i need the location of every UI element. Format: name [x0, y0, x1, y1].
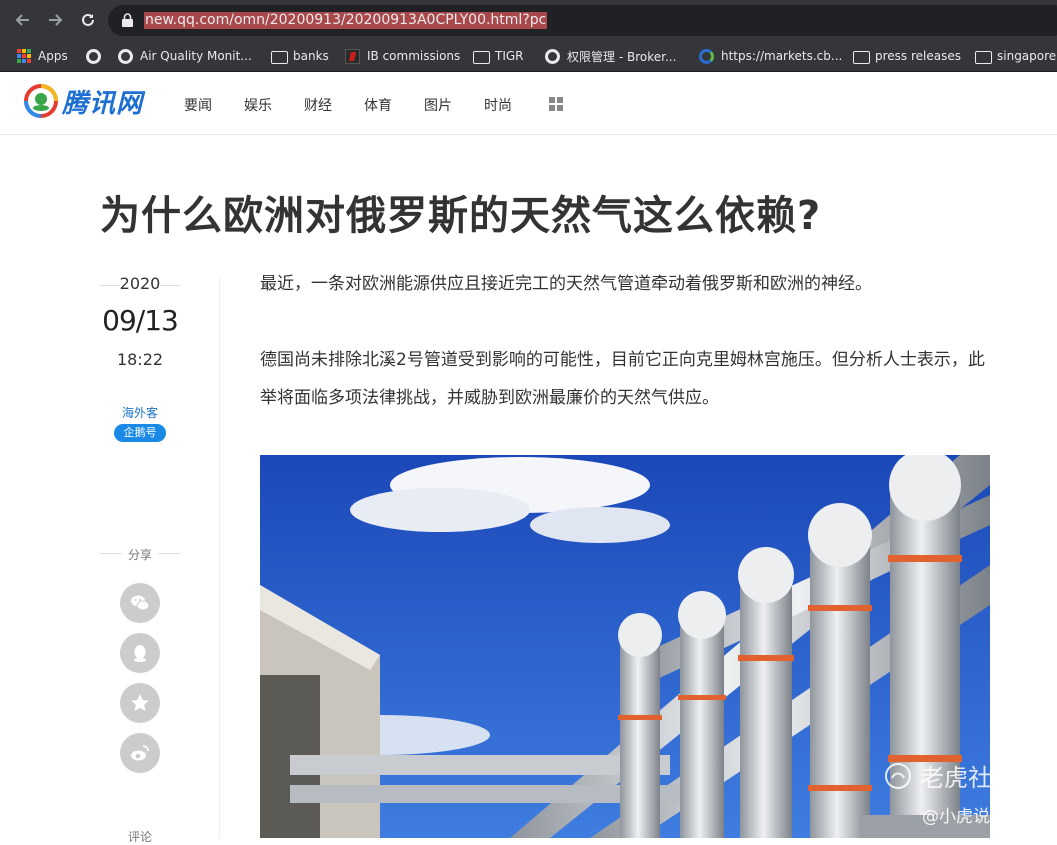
- bookmark-label: https://markets.cb...: [721, 49, 843, 63]
- article-photo: [260, 455, 990, 838]
- bookmark-label: IB commissions: [367, 49, 461, 63]
- bookmark-press-releases[interactable]: press releases: [853, 45, 961, 67]
- bookmark-ib-commissions[interactable]: IB commissions: [345, 45, 460, 67]
- apps-grid-icon: [17, 49, 31, 63]
- folder-icon: [473, 49, 490, 64]
- globe-icon: [86, 48, 101, 64]
- tiger-logo-icon: [885, 762, 911, 789]
- author-badge[interactable]: 企鹅号: [114, 424, 166, 442]
- qzone-star-icon: [131, 694, 149, 711]
- bookmark-markets-cb[interactable]: https://markets.cb...: [699, 45, 842, 67]
- lock-icon: [122, 13, 133, 27]
- bookmark-globe[interactable]: [86, 45, 101, 67]
- bookmarks-bar: Apps Air Quality Monit... banks IB commi…: [0, 40, 1057, 72]
- nav-item-pictures[interactable]: 图片: [424, 95, 452, 115]
- watermark: 老虎社区: [884, 758, 1016, 793]
- bookmark-label: banks: [293, 49, 329, 63]
- bookmark-apps[interactable]: Apps: [17, 45, 68, 67]
- bookmark-singapore[interactable]: singapore: [975, 45, 1056, 67]
- ib-icon: [345, 48, 360, 64]
- bookmark-label: 权限管理 - Broker...: [567, 49, 677, 64]
- bookmark-label: Apps: [38, 49, 68, 63]
- divider: [219, 275, 220, 838]
- grid-icon[interactable]: [549, 97, 563, 111]
- bookmark-banks[interactable]: banks: [271, 45, 329, 67]
- logo-text: 腾讯网: [62, 88, 144, 119]
- bookmark-broker[interactable]: 权限管理 - Broker...: [545, 45, 676, 67]
- tencent-logo-icon: [24, 84, 58, 118]
- share-qzone-button[interactable]: [120, 683, 160, 723]
- url-text[interactable]: new.qq.com/omn/20200913/20200913A0CPLY00…: [144, 12, 548, 29]
- folder-icon: [853, 49, 870, 64]
- bookmark-air-quality[interactable]: Air Quality Monit...: [118, 45, 252, 67]
- publish-year: 2020: [119, 274, 161, 293]
- browser-toolbar: new.qq.com/omn/20200913/20200913A0CPLY00…: [0, 0, 1057, 40]
- site-logo[interactable]: 腾讯网: [24, 83, 143, 119]
- gas-pipeline-photo: [260, 455, 990, 838]
- folder-icon: [975, 49, 992, 64]
- bookmark-label: press releases: [875, 49, 961, 63]
- article-title: 为什么欧洲对俄罗斯的天然气这么依赖?: [100, 193, 822, 239]
- globe-icon: [118, 48, 133, 64]
- arrow-right-icon: [49, 14, 63, 26]
- publish-date: 09/13: [102, 304, 179, 337]
- reload-icon: [82, 13, 94, 26]
- share-weibo-button[interactable]: [120, 733, 160, 773]
- share-qq-button[interactable]: [120, 633, 160, 673]
- folder-icon: [271, 49, 288, 64]
- author-name[interactable]: 海外客: [100, 404, 180, 421]
- nav-item-entertainment[interactable]: 娱乐: [244, 95, 272, 115]
- share-wechat-button[interactable]: [120, 583, 160, 623]
- nav-item-finance[interactable]: 财经: [304, 95, 332, 115]
- arrow-left-icon: [15, 14, 29, 26]
- nav-item-sports[interactable]: 体育: [364, 95, 392, 115]
- nav-item-news[interactable]: 要闻: [184, 95, 212, 115]
- bookmark-label: singapore: [997, 49, 1057, 63]
- watermark-handle: @小虎说英股: [922, 807, 1024, 827]
- comment-label[interactable]: 评论: [100, 828, 180, 845]
- article-paragraph: 最近，一条对欧洲能源供应且接近完工的天然气管道牵动着俄罗斯和欧洲的神经。: [260, 274, 872, 294]
- qq-icon: [134, 645, 146, 662]
- address-bar[interactable]: new.qq.com/omn/20200913/20200913A0CPLY00…: [108, 5, 1057, 36]
- publish-time: 18:22: [116, 350, 164, 369]
- site-header: 腾讯网 要闻 娱乐 财经 体育 图片 时尚: [0, 73, 1057, 135]
- bookmark-label: Air Quality Monit...: [140, 49, 252, 63]
- wechat-icon: [131, 595, 150, 611]
- bookmark-label: TIGR: [495, 49, 524, 63]
- nav-item-fashion[interactable]: 时尚: [484, 95, 512, 115]
- cb-icon: [699, 48, 714, 64]
- share-label: 分享: [127, 548, 152, 562]
- globe-icon: [545, 48, 560, 64]
- forward-button[interactable]: [43, 8, 67, 32]
- weibo-icon: [131, 745, 149, 761]
- reload-button[interactable]: [76, 8, 100, 32]
- bookmark-tigr[interactable]: TIGR: [473, 45, 524, 67]
- article-paragraph: 德国尚未排除北溪2号管道受到影响的可能性，目前它正向克里姆林宫施压。但分析人士表…: [260, 350, 985, 408]
- watermark-text: 老虎社区: [920, 764, 1016, 792]
- back-button[interactable]: [11, 8, 35, 32]
